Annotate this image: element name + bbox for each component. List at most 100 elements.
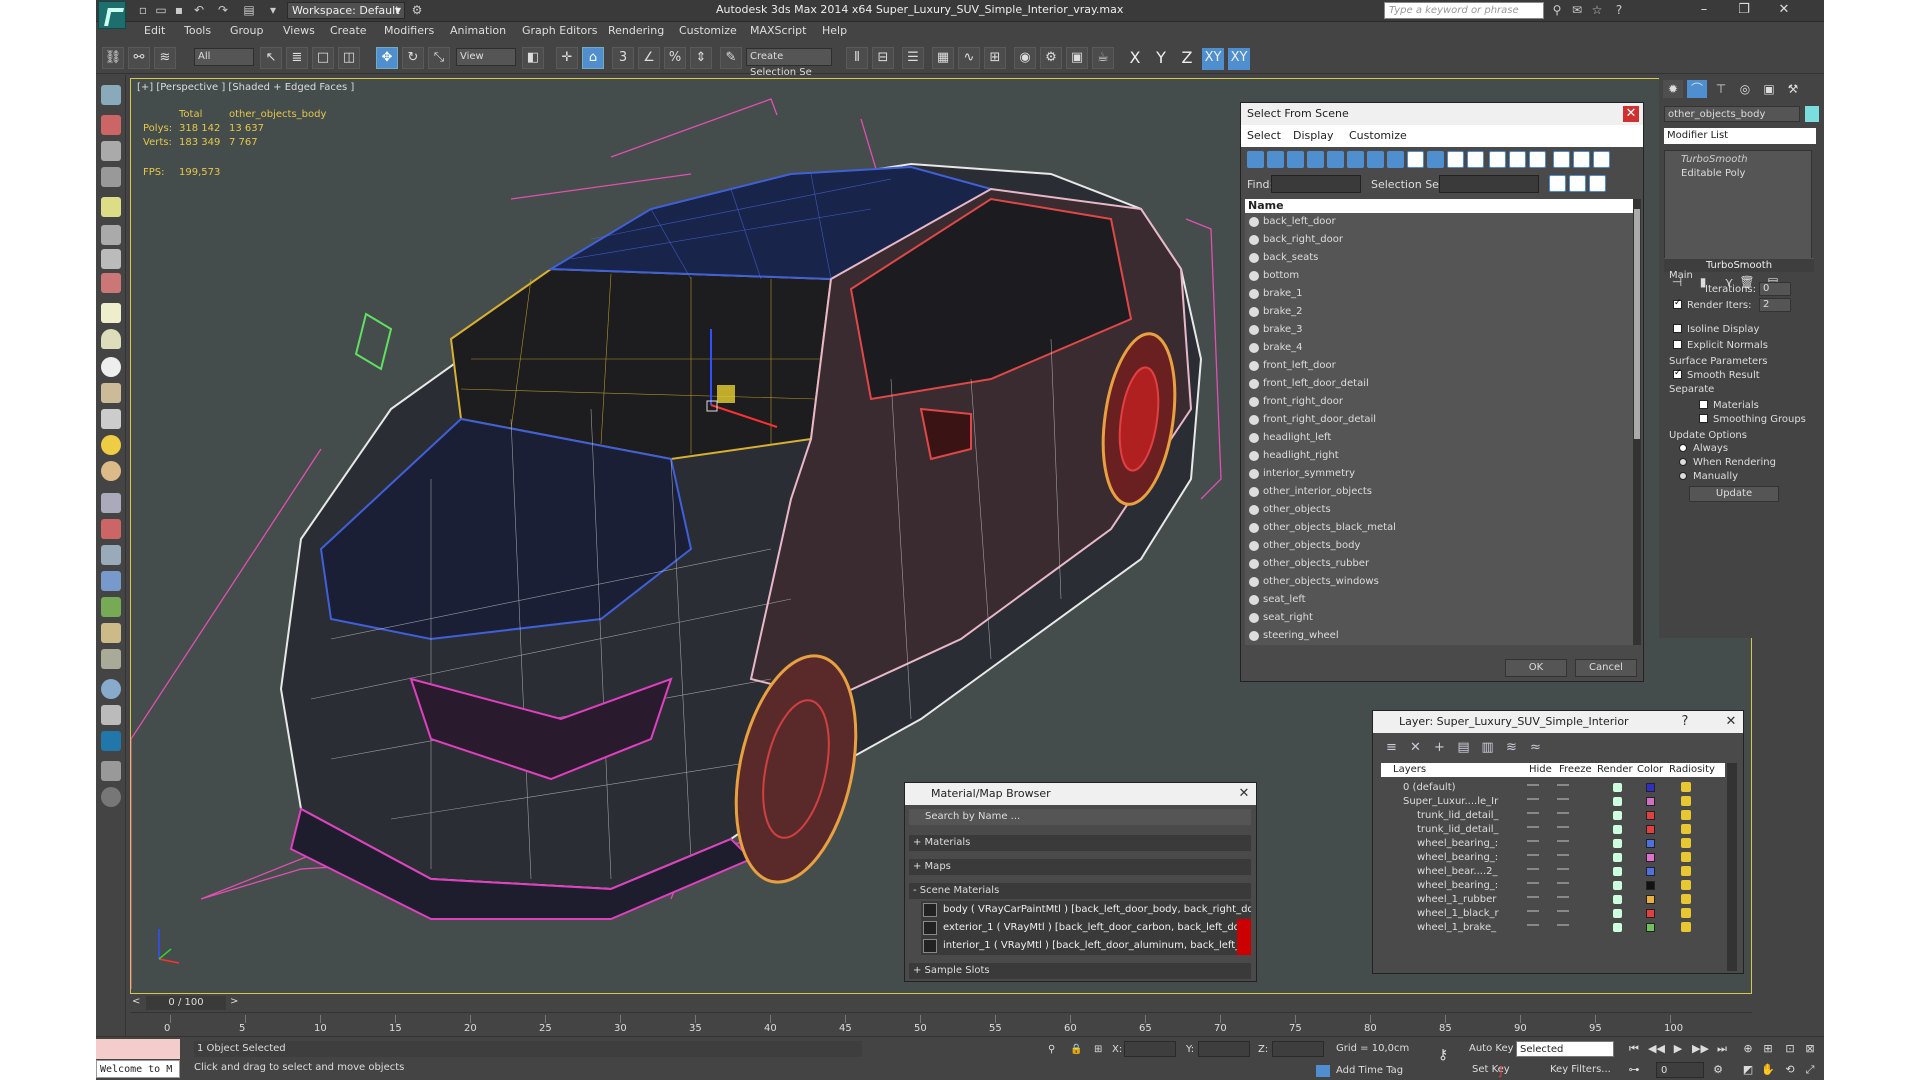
teapot-icon[interactable]	[1613, 783, 1622, 792]
layer-color-swatch[interactable]	[1646, 825, 1655, 834]
select-object-icon[interactable]: ↖	[260, 47, 282, 69]
create-tab-icon[interactable]: ✹	[1663, 80, 1683, 98]
maximize-viewport-icon[interactable]: ⊠	[1802, 1041, 1818, 1057]
filter-funnel-icon[interactable]	[1553, 151, 1570, 168]
materials-checkbox[interactable]	[1699, 400, 1708, 409]
maxscript-listener-input[interactable]	[96, 1039, 180, 1059]
layer-freeze-toggle[interactable]	[1557, 798, 1569, 800]
teapot-icon[interactable]	[1613, 895, 1622, 904]
maxscript-output[interactable]: Welcome to M	[96, 1060, 180, 1078]
cancel-button[interactable]: Cancel	[1575, 659, 1637, 677]
radiosity-icon[interactable]	[1681, 894, 1691, 904]
maximize-toggle-icon[interactable]: ⤢	[1802, 1062, 1818, 1078]
filter-xrefs-icon[interactable]	[1387, 151, 1404, 168]
menu-edit[interactable]: Edit	[144, 24, 165, 37]
grid-dots-icon[interactable]	[101, 493, 121, 513]
zoom-icon[interactable]: ⊕	[1740, 1041, 1756, 1057]
radiosity-icon[interactable]	[1681, 838, 1691, 848]
time-slider[interactable]: 0 / 100	[146, 996, 226, 1010]
always-radio[interactable]	[1679, 444, 1687, 452]
layer-freeze-toggle[interactable]	[1557, 840, 1569, 842]
object-name-input[interactable]: other_objects_body	[1664, 106, 1800, 122]
z-coord-input[interactable]	[1272, 1041, 1324, 1057]
select-from-scene-title[interactable]: Select From Scene	[1241, 103, 1643, 125]
utilities-tab-icon[interactable]: ⚒	[1783, 80, 1803, 98]
list-item[interactable]: back_left_door	[1245, 213, 1633, 231]
name-column-header[interactable]: Name	[1245, 199, 1633, 213]
layer-color-swatch[interactable]	[1646, 811, 1655, 820]
layer-hide-toggle[interactable]	[1527, 924, 1539, 926]
sun-icon[interactable]	[101, 435, 121, 455]
select-rotate-icon[interactable]: ↻	[402, 47, 424, 69]
teapot-icon[interactable]	[1613, 867, 1622, 876]
sfs-menu-customize[interactable]: Customize	[1349, 129, 1407, 142]
list-item[interactable]: front_right_door	[1245, 393, 1633, 411]
layer-freeze-toggle[interactable]	[1557, 812, 1569, 814]
manually-radio[interactable]	[1679, 472, 1687, 480]
globe-icon[interactable]	[101, 679, 121, 699]
material-search-input[interactable]: Search by Name ...	[909, 809, 1251, 825]
motion-tab-icon[interactable]: ◎	[1735, 80, 1755, 98]
list-item[interactable]: other_interior_objects	[1245, 483, 1633, 501]
workspace-settings-icon[interactable]: ⚙	[410, 3, 424, 17]
x-coord-input[interactable]	[1124, 1041, 1176, 1057]
teapot-icon[interactable]	[1613, 923, 1622, 932]
render-production-icon[interactable]: ☕	[1092, 47, 1114, 69]
update-button[interactable]: Update	[1689, 486, 1779, 502]
select-objects-icon[interactable]: ▤	[1455, 739, 1472, 756]
play-icon[interactable]: ▶	[1670, 1041, 1686, 1057]
menu-help[interactable]: Help	[822, 24, 847, 37]
keyboard-shortcut-override-icon[interactable]: ⌂	[582, 47, 604, 69]
col-hide[interactable]: Hide	[1529, 763, 1552, 777]
material-browser-title[interactable]: Material/Map Browser	[905, 783, 1256, 805]
list-item[interactable]: brake_1	[1245, 285, 1633, 303]
sfs-menu-select[interactable]: Select	[1247, 129, 1281, 142]
scrollbar-thumb[interactable]	[1634, 209, 1640, 439]
current-frame-input[interactable]: 0	[1656, 1062, 1704, 1078]
key-icon[interactable]: ⚷	[1438, 1047, 1448, 1063]
iterations-spinner[interactable]: 0	[1759, 282, 1791, 296]
menu-views[interactable]: Views	[283, 24, 315, 37]
layer-freeze-toggle[interactable]	[1557, 784, 1569, 786]
list-item[interactable]: other_objects_windows	[1245, 573, 1633, 591]
material-item[interactable]: body ( VRayCarPaintMtl ) [back_left_door…	[921, 901, 1251, 919]
auto-key-button[interactable]: Auto Key	[1469, 1043, 1514, 1054]
capsule-icon[interactable]	[101, 519, 121, 539]
layer-help-icon[interactable]: ?	[1677, 714, 1693, 730]
absolute-mode-icon[interactable]: ⊞	[1094, 1044, 1102, 1055]
add-to-layer-icon[interactable]: +	[1431, 739, 1448, 756]
key-filters-button[interactable]: Key Filters...	[1550, 1064, 1611, 1075]
isoline-display-checkbox[interactable]	[1673, 324, 1682, 333]
filter-containers-icon[interactable]	[1427, 151, 1444, 168]
layer-freeze-toggle[interactable]	[1557, 868, 1569, 870]
filter-bones-icon[interactable]	[1407, 151, 1424, 168]
list-item[interactable]: back_right_door	[1245, 231, 1633, 249]
spinner-snap-icon[interactable]: ⇕	[690, 47, 712, 69]
radiosity-icon[interactable]	[1681, 824, 1691, 834]
select-manipulate-icon[interactable]: ✛	[556, 47, 578, 69]
helper-icon[interactable]	[101, 249, 121, 269]
list-icon[interactable]	[101, 141, 121, 161]
layer-color-swatch[interactable]	[1646, 839, 1655, 848]
layer-hide-toggle[interactable]	[1527, 854, 1539, 856]
workspace-dropdown[interactable]: Workspace: Default ▼	[287, 2, 405, 19]
omni-icon[interactable]	[101, 461, 121, 481]
panel-icon[interactable]	[101, 761, 121, 781]
layer-color-swatch[interactable]	[1646, 853, 1655, 862]
zoom-extents-icon[interactable]: ⊡	[1782, 1041, 1798, 1057]
favorites-icon[interactable]: ☆	[1590, 3, 1604, 17]
layer-freeze-toggle[interactable]	[1557, 910, 1569, 912]
menu-maxscript[interactable]: MAXScript	[750, 24, 806, 37]
clock-icon[interactable]	[101, 649, 121, 669]
link-icon[interactable]: ⛓	[102, 47, 124, 69]
lock-icon[interactable]: ⚲	[1048, 1044, 1055, 1055]
edit-named-selection-icon[interactable]: ✎	[720, 47, 742, 69]
app-logo-icon[interactable]	[98, 1, 126, 29]
list-item[interactable]: brake_2	[1245, 303, 1633, 321]
teapot-icon[interactable]	[1613, 881, 1622, 890]
align-icon[interactable]: ⊟	[872, 47, 894, 69]
modifier-turbosmooth[interactable]: TurboSmooth	[1667, 153, 1807, 167]
menu-create[interactable]: Create	[330, 24, 367, 37]
restrict-z-button[interactable]: Z	[1176, 48, 1198, 70]
layer-color-swatch[interactable]	[1646, 881, 1655, 890]
